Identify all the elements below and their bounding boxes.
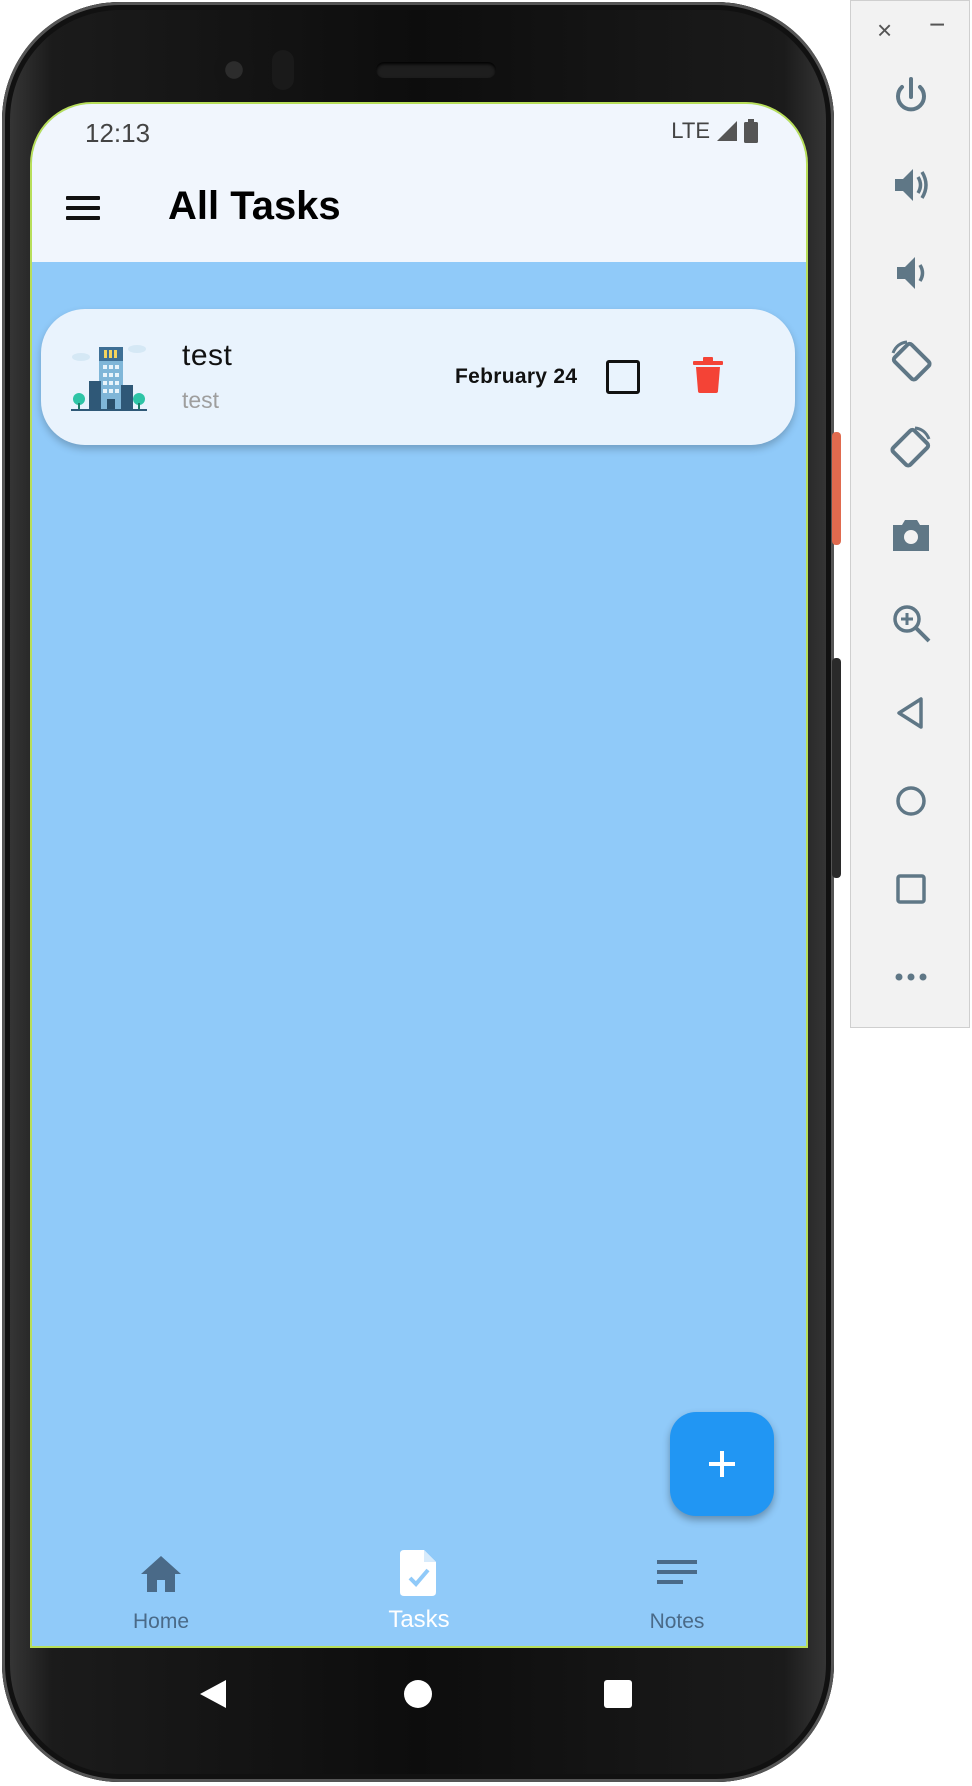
front-camera xyxy=(214,50,254,90)
emulator-toolbar: × − xyxy=(850,0,970,1028)
signal-icon xyxy=(717,121,737,141)
earpiece-speaker xyxy=(376,62,496,78)
zoom-icon[interactable] xyxy=(889,601,933,645)
task-date: February 24 xyxy=(455,365,578,388)
app-bar: 12:13 LTE All Tasks xyxy=(32,104,806,262)
nav-label-notes: Notes xyxy=(649,1610,705,1633)
overview-icon[interactable] xyxy=(889,867,933,911)
task-title: test xyxy=(182,339,233,372)
volume-up-icon[interactable] xyxy=(889,163,933,207)
nav-item-home[interactable]: Home xyxy=(32,1524,290,1646)
rotate-left-icon[interactable] xyxy=(889,339,933,383)
task-card[interactable]: test test February 24 xyxy=(41,309,795,445)
rotate-right-icon[interactable] xyxy=(889,425,933,469)
nav-item-tasks[interactable]: Tasks xyxy=(290,1524,548,1646)
menu-icon[interactable] xyxy=(66,196,100,220)
building-icon xyxy=(71,345,147,411)
notes-icon xyxy=(657,1560,697,1584)
bottom-navigation: Home Tasks Notes xyxy=(32,1524,806,1646)
task-document-icon xyxy=(400,1550,436,1596)
hardware-volume-button[interactable] xyxy=(832,658,841,878)
page-title: All Tasks xyxy=(168,184,341,228)
volume-down-icon[interactable] xyxy=(889,251,933,295)
close-icon[interactable]: × xyxy=(877,15,892,46)
hardware-power-button[interactable] xyxy=(832,432,841,545)
back-icon[interactable] xyxy=(200,1680,226,1708)
network-label: LTE xyxy=(671,118,710,143)
task-complete-checkbox[interactable] xyxy=(606,360,640,394)
nav-label-tasks: Tasks xyxy=(388,1606,450,1633)
status-time: 12:13 xyxy=(85,118,151,148)
home-icon[interactable] xyxy=(889,779,933,823)
plus-icon xyxy=(709,1451,735,1477)
minimize-icon[interactable]: − xyxy=(929,9,945,41)
recents-icon[interactable] xyxy=(604,1680,632,1708)
more-icon[interactable] xyxy=(889,955,933,999)
nav-label-home: Home xyxy=(132,1610,190,1633)
home-icon xyxy=(141,1556,181,1592)
status-icons: LTE xyxy=(671,118,758,144)
camera-icon[interactable] xyxy=(889,513,933,557)
proximity-sensor xyxy=(272,50,294,90)
add-task-button[interactable] xyxy=(670,1412,774,1516)
system-navigation-bar xyxy=(32,1646,806,1738)
power-icon[interactable] xyxy=(889,75,933,119)
task-subtitle: test xyxy=(182,387,220,413)
back-icon[interactable] xyxy=(889,691,933,735)
home-circle-icon[interactable] xyxy=(404,1680,432,1708)
nav-item-notes[interactable]: Notes xyxy=(548,1524,806,1646)
battery-icon xyxy=(744,119,758,143)
trash-icon[interactable] xyxy=(693,357,723,393)
app-screen: 12:13 LTE All Tasks test test February 2… xyxy=(32,104,806,1646)
